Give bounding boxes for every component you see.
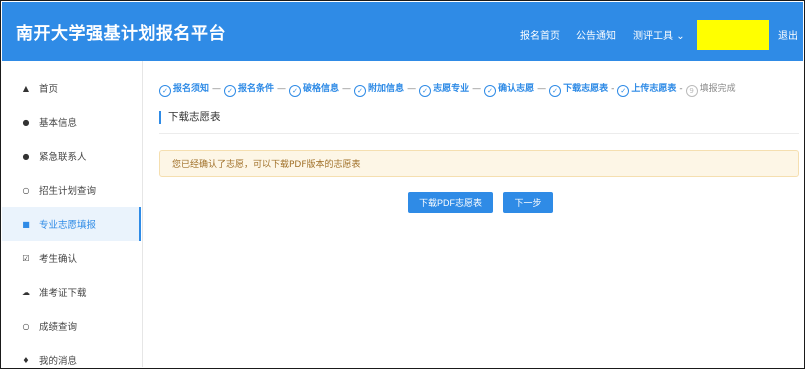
- step-connector: —: [407, 84, 417, 94]
- sidebar-item-messages[interactable]: ♦ 我的消息: [2, 343, 141, 368]
- step-5: ✓ 志愿专业: [419, 81, 469, 97]
- main-content: ✓ 报名须知 — ✓ 报名条件 — ✓ 破格信息 — ✓ 附加信息 — ✓ 志愿专业 — ✓ 确认志愿 — ✓ 下载志…: [143, 61, 803, 367]
- step-6: ✓ 确认志愿: [484, 81, 534, 97]
- check-circle-icon: ✓: [419, 85, 432, 97]
- top-header: 南开大学强基计划报名平台 报名首页 公告通知 测评工具 ⌄ 退出: [2, 2, 803, 61]
- checkbox-icon: ☑: [22, 253, 30, 263]
- nav-home-link[interactable]: 报名首页: [520, 27, 560, 42]
- site-title: 南开大学强基计划报名平台: [16, 24, 226, 44]
- step-label: 报名须知: [173, 84, 210, 94]
- next-step-button[interactable]: 下一步: [503, 192, 553, 213]
- step-connector: -: [679, 84, 683, 94]
- sidebar-item-label: 首页: [39, 84, 59, 95]
- step-connector: —: [342, 84, 352, 94]
- sidebar-item-emergency-contact[interactable]: ● 紧急联系人: [2, 139, 141, 173]
- sidebar-item-admission-ticket[interactable]: ☁ 准考证下载: [2, 275, 141, 309]
- step-number-icon: 9: [685, 85, 698, 97]
- step-connector: —: [277, 84, 287, 94]
- divider: [159, 133, 799, 134]
- step-connector: —: [537, 84, 547, 94]
- step-connector: —: [472, 84, 482, 94]
- user-name-redacted[interactable]: [697, 20, 769, 50]
- check-circle-icon: ✓: [354, 85, 367, 97]
- step-label: 志愿专业: [433, 84, 470, 94]
- sidebar: ▲ 首页 ● 基本信息 ● 紧急联系人 ○ 招生计划查询 ■ 专业志愿填报 ☑ 考生确认 ☁…: [2, 61, 143, 367]
- search-icon: ○: [22, 321, 30, 331]
- sidebar-item-label: 招生计划查询: [39, 186, 97, 197]
- check-circle-icon: ✓: [224, 85, 237, 97]
- sidebar-item-major-preference[interactable]: ■ 专业志愿填报: [2, 207, 141, 241]
- app-window: 南开大学强基计划报名平台 报名首页 公告通知 测评工具 ⌄ 退出 ▲ 首页 ● 基本…: [0, 0, 805, 369]
- check-circle-icon: ✓: [484, 85, 497, 97]
- step-1: ✓ 报名须知: [159, 81, 209, 97]
- step-label: 上传志愿表: [631, 84, 677, 94]
- step-label: 确认志愿: [498, 84, 535, 94]
- sidebar-item-basic-info[interactable]: ● 基本信息: [2, 105, 141, 139]
- nav-notice-link[interactable]: 公告通知: [576, 27, 616, 42]
- sidebar-item-label: 我的消息: [39, 356, 78, 367]
- sidebar-item-label: 紧急联系人: [39, 152, 87, 163]
- section-title: 下载志愿表: [159, 111, 221, 124]
- step-9: 9 填报完成: [685, 81, 736, 97]
- bell-icon: ♦: [22, 355, 30, 365]
- sidebar-item-score-query[interactable]: ○ 成绩查询: [2, 309, 141, 343]
- step-label: 附加信息: [368, 84, 405, 94]
- step-connector: —: [212, 84, 222, 94]
- progress-steps: ✓ 报名须知 — ✓ 报名条件 — ✓ 破格信息 — ✓ 附加信息 — ✓ 志愿专业 — ✓ 确认志愿 — ✓ 下载志…: [159, 81, 736, 97]
- download-pdf-button[interactable]: 下载PDF志愿表: [408, 192, 493, 213]
- step-3: ✓ 破格信息: [289, 81, 339, 97]
- step-label: 填报完成: [699, 84, 736, 94]
- check-circle-icon: ✓: [549, 85, 562, 97]
- check-circle-icon: ✓: [617, 85, 630, 97]
- sidebar-item-enrollment-plan[interactable]: ○ 招生计划查询: [2, 173, 141, 207]
- nav-tools-label: 测评工具: [633, 31, 673, 42]
- check-circle-icon: ✓: [289, 85, 302, 97]
- user-icon: ●: [22, 151, 30, 161]
- search-icon: ○: [22, 185, 30, 195]
- nav-tools-dropdown[interactable]: 测评工具 ⌄: [633, 27, 685, 42]
- user-icon: ●: [22, 117, 30, 127]
- step-connector: -: [611, 84, 615, 94]
- step-8: ✓ 上传志愿表: [617, 81, 676, 97]
- cloud-download-icon: ☁: [22, 287, 30, 297]
- step-label: 下载志愿表: [563, 84, 609, 94]
- alert-text: 您已经确认了志愿，可以下载PDF版本的志愿表: [172, 160, 361, 170]
- sidebar-item-label: 成绩查询: [39, 322, 78, 333]
- sidebar-item-label: 准考证下载: [39, 288, 87, 299]
- logout-link[interactable]: 退出: [778, 27, 798, 42]
- check-circle-icon: ✓: [159, 85, 171, 97]
- sidebar-item-candidate-confirm[interactable]: ☑ 考生确认: [2, 241, 141, 275]
- step-label: 破格信息: [303, 84, 340, 94]
- step-2: ✓ 报名条件: [224, 81, 274, 97]
- home-icon: ▲: [22, 83, 30, 93]
- step-label: 报名条件: [238, 84, 275, 94]
- step-7: ✓ 下载志愿表: [549, 81, 608, 97]
- info-alert: 您已经确认了志愿，可以下载PDF版本的志愿表: [159, 150, 799, 177]
- step-4: ✓ 附加信息: [354, 81, 404, 97]
- sidebar-item-label: 基本信息: [39, 118, 78, 129]
- chevron-down-icon: ⌄: [676, 31, 685, 42]
- sidebar-item-label: 专业志愿填报: [39, 220, 97, 231]
- sidebar-item-home[interactable]: ▲ 首页: [2, 71, 141, 105]
- sidebar-item-label: 考生确认: [39, 254, 78, 265]
- form-icon: ■: [22, 219, 30, 229]
